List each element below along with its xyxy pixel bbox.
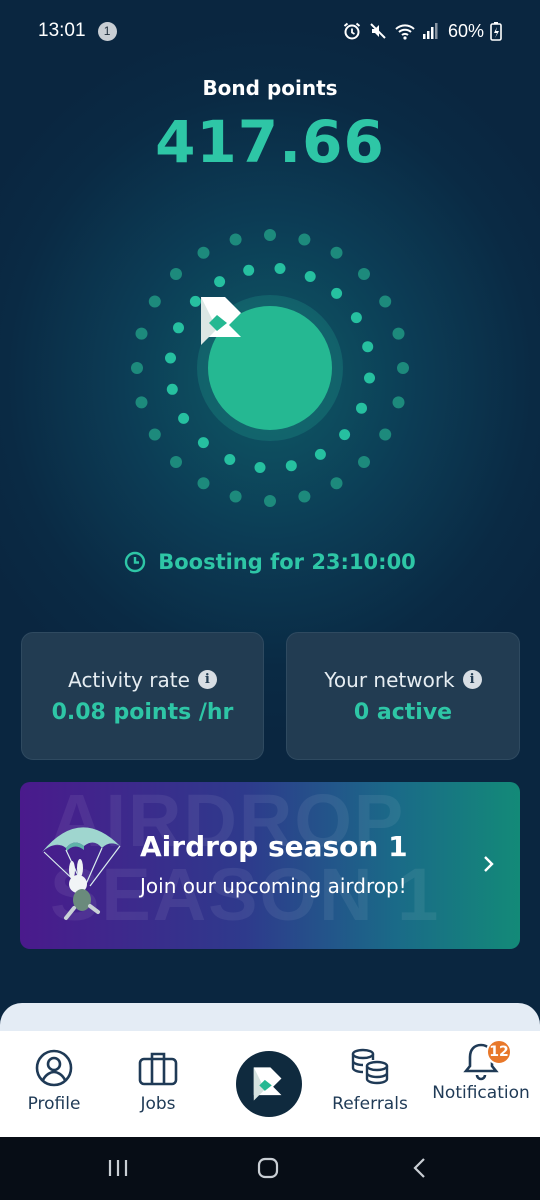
- mute-icon: [370, 23, 386, 39]
- airdrop-title: Airdrop season 1: [140, 830, 408, 863]
- orb-dot: [224, 454, 236, 465]
- orb-dot: [148, 295, 161, 308]
- nav-notification[interactable]: 12 Notification: [426, 1031, 536, 1137]
- orb-dot: [264, 495, 276, 507]
- orb-dot: [229, 233, 242, 246]
- battery-percent: 60%: [447, 20, 484, 41]
- system-nav-bar: [0, 1137, 540, 1200]
- nav-profile-label: Profile: [27, 1094, 81, 1114]
- orb-dot: [392, 327, 405, 340]
- boost-orb[interactable]: [120, 222, 420, 522]
- orb-dot: [165, 352, 176, 364]
- nav-home-button[interactable]: [236, 1051, 302, 1117]
- nav-jobs-label: Jobs: [140, 1094, 176, 1114]
- orb-dot: [148, 428, 161, 441]
- network-title-row: Your network i: [324, 667, 482, 692]
- network-title: Your network: [324, 667, 455, 692]
- orb-dot: [178, 412, 190, 424]
- orb-dot: [135, 396, 148, 409]
- orb-dot: [364, 372, 375, 384]
- nav-referrals[interactable]: Referrals: [316, 1031, 424, 1137]
- orb-dot: [243, 264, 255, 276]
- alarm-icon: [343, 22, 361, 40]
- orb-dot: [339, 429, 351, 441]
- briefcase-icon: [138, 1052, 178, 1086]
- orb-dot: [166, 383, 178, 395]
- orb-dot: [304, 271, 316, 282]
- orb-dot: [362, 341, 374, 353]
- bond-logo-icon: [201, 297, 241, 345]
- status-time: 13:01: [38, 20, 86, 41]
- orb-dot: [264, 229, 276, 241]
- boost-text: Boosting for 23:10:00: [158, 550, 416, 574]
- orb-dot: [358, 456, 370, 468]
- orb-dot: [285, 460, 297, 472]
- mine-button-core: [201, 297, 332, 430]
- nav-profile[interactable]: Profile: [0, 1031, 108, 1137]
- app-screen: 13:01 1 60% Bond points 417.66 Boosting …: [0, 0, 540, 1200]
- orb-dot: [356, 402, 367, 414]
- orb-dot: [214, 276, 226, 288]
- activity-rate-title-row: Activity rate i: [68, 668, 217, 692]
- boost-timer: Boosting for 23:10:00: [0, 550, 540, 574]
- clock-icon: [125, 551, 146, 573]
- orb-dot: [314, 448, 326, 460]
- recent-apps-icon[interactable]: [107, 1158, 129, 1178]
- profile-icon: [35, 1049, 73, 1087]
- orb-dot: [397, 362, 409, 374]
- coins-stack-icon: [351, 1048, 389, 1085]
- info-icon[interactable]: i: [462, 670, 482, 689]
- orb-dot: [379, 428, 392, 441]
- notification-badge: 12: [486, 1039, 512, 1065]
- airdrop-banner[interactable]: AIRDROP SEASON 1 Airdrop season 1 Join o…: [20, 782, 520, 949]
- orb-dot: [330, 477, 343, 490]
- orb-dot: [229, 490, 242, 503]
- notification-count-badge: 1: [97, 21, 117, 41]
- battery-charging-icon: [490, 22, 502, 41]
- orb-dot: [330, 246, 343, 259]
- airdrop-subtitle: Join our upcoming airdrop!: [140, 874, 407, 898]
- activity-rate-value: 0.08 points /hr: [51, 699, 234, 725]
- network-value: 0 active: [353, 699, 453, 725]
- back-icon[interactable]: [412, 1157, 428, 1179]
- orb-dot: [274, 263, 286, 274]
- orb-dot: [197, 477, 210, 490]
- chevron-right-icon[interactable]: [482, 854, 496, 874]
- orb-dot: [173, 322, 184, 334]
- points-value: 417.66: [155, 108, 385, 176]
- nav-referrals-label: Referrals: [332, 1094, 408, 1114]
- orb-dot: [254, 462, 266, 473]
- orb-dot: [135, 327, 148, 340]
- wifi-icon: [395, 24, 415, 40]
- network-card[interactable]: Your network i 0 active: [286, 632, 520, 760]
- parachute-bunny-icon: [42, 827, 121, 920]
- orb-dot: [331, 287, 343, 299]
- status-bar: 13:01 1 60%: [0, 0, 540, 62]
- bond-logo-icon: [253, 1067, 282, 1101]
- orb-dot: [197, 437, 209, 449]
- orb-dot: [350, 312, 362, 324]
- points-label: Bond points: [202, 76, 338, 100]
- signal-icon: [422, 23, 438, 39]
- orb-dot: [197, 246, 210, 259]
- orb-dot: [298, 233, 311, 246]
- mine-button[interactable]: [197, 295, 343, 441]
- activity-rate-title: Activity rate: [68, 667, 190, 692]
- status-icons: 60%: [342, 21, 502, 42]
- nav-jobs[interactable]: Jobs: [104, 1031, 212, 1137]
- info-icon[interactable]: i: [197, 670, 217, 689]
- orb-dot: [298, 490, 311, 503]
- activity-rate-card[interactable]: Activity rate i 0.08 points /hr: [21, 632, 264, 760]
- orb-dot: [392, 396, 405, 409]
- orb-dot: [131, 362, 143, 374]
- orb-dot: [358, 268, 370, 280]
- bottom-nav: Profile Jobs Referrals 12 Notification: [0, 1031, 540, 1137]
- orb-dot: [170, 268, 182, 280]
- orb-dot: [379, 295, 392, 308]
- orb-dot: [170, 456, 182, 468]
- nav-notification-label: Notification: [432, 1083, 530, 1103]
- home-icon[interactable]: [257, 1157, 279, 1179]
